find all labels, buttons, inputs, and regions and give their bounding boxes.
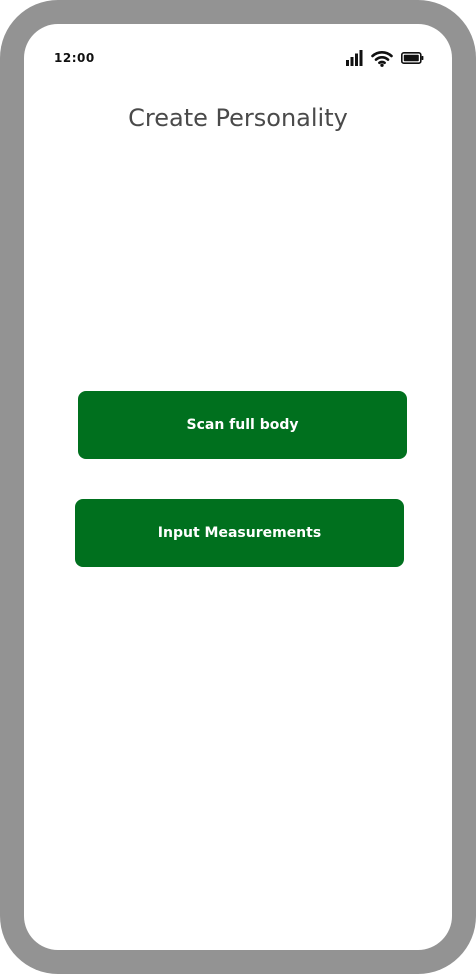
status-icons	[346, 48, 424, 68]
wifi-icon	[371, 50, 393, 67]
device-frame: 12:00 Create Personality Scan full body …	[0, 0, 476, 974]
signal-icon	[346, 50, 363, 66]
input-measurements-button[interactable]: Input Measurements	[75, 499, 404, 567]
app-screen: 12:00 Create Personality Scan full body …	[24, 24, 452, 950]
battery-icon	[401, 52, 424, 64]
page-title: Create Personality	[128, 104, 348, 132]
status-bar: 12:00	[24, 24, 452, 94]
status-time: 12:00	[54, 51, 95, 65]
scan-full-body-button[interactable]: Scan full body	[78, 391, 407, 459]
